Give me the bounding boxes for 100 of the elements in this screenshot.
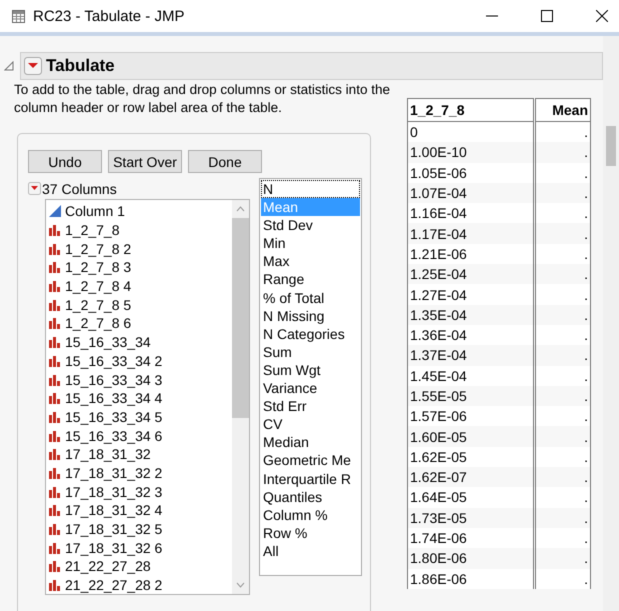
statistic-item[interactable]: Range	[261, 270, 360, 289]
variable-item[interactable]: 17_18_31_32	[46, 444, 232, 464]
variable-item[interactable]: 17_18_31_32 4	[46, 501, 232, 520]
statistic-item[interactable]: Sum Wgt	[261, 360, 360, 380]
variable-item[interactable]: 17_18_31_32 6	[46, 538, 232, 558]
statistic-item[interactable]: Std Err	[261, 397, 360, 416]
dialog-button[interactable]: Done	[188, 150, 262, 173]
table-cell: 1.60E-05	[408, 426, 534, 447]
statistic-item[interactable]: Std Dev	[261, 216, 360, 234]
columns-count: 37 Columns	[42, 180, 117, 196]
scrollbar[interactable]	[603, 36, 619, 611]
statistic-item[interactable]: N Missing	[261, 306, 360, 325]
dialog-button[interactable]: Start Over	[108, 150, 182, 173]
variable-item[interactable]: 15_16_33_34 3	[46, 370, 232, 389]
variable-item[interactable]: 1_2_7_8 5	[46, 295, 232, 314]
table-cell: .	[534, 142, 590, 163]
variable-item[interactable]: Column 1	[46, 202, 232, 221]
bar-chart-icon	[48, 466, 62, 480]
statistic-item[interactable]: Max	[261, 252, 360, 270]
outline-title: Tabulate	[46, 56, 115, 76]
statistic-item[interactable]: All	[261, 542, 360, 560]
maximize-icon[interactable]	[541, 10, 553, 22]
statistic-item[interactable]: Variance	[261, 379, 360, 398]
menu-icon[interactable]	[28, 182, 41, 195]
close-icon[interactable]	[596, 10, 608, 22]
variable-item[interactable]: 15_16_33_34	[46, 332, 232, 352]
table-cell: 1.00E-10	[408, 142, 534, 163]
table-cell: .	[534, 223, 590, 244]
table-cell: .	[534, 345, 590, 366]
bar-chart-icon	[48, 372, 62, 387]
bar-chart-icon	[48, 578, 62, 592]
bar-chart-icon	[48, 279, 62, 294]
statistic-item[interactable]: N	[261, 180, 360, 198]
bar-chart-icon	[48, 242, 62, 256]
statistic-item[interactable]: Geometric Me	[261, 451, 360, 470]
statistic-item[interactable]: N Categories	[261, 324, 360, 343]
statistic-item[interactable]: Min	[261, 234, 360, 252]
table-cell: .	[534, 568, 590, 589]
table-cell: 1.07E-04	[408, 182, 534, 204]
statistic-item[interactable]: Column %	[261, 506, 360, 524]
variable-item[interactable]: 1_2_7_8 3	[46, 258, 232, 277]
column-header: Mean	[534, 98, 590, 122]
table-cell: 1.25E-04	[408, 264, 534, 284]
table-cell: .	[534, 467, 590, 488]
table-icon	[12, 10, 25, 22]
window-title: RC23 - Tabulate - JMP	[33, 8, 184, 24]
bar-chart-icon	[48, 428, 62, 443]
bar-chart-icon	[48, 447, 62, 462]
table-cell: .	[534, 304, 590, 325]
menu-icon[interactable]	[24, 57, 42, 75]
table-cell: .	[534, 426, 590, 447]
table-cell: .	[534, 386, 590, 406]
bar-chart-icon	[48, 316, 62, 330]
statistic-item[interactable]: CV	[261, 415, 360, 434]
instructions-text: To add to the table, drag and drop columns or statistics into the column header or row label area of the table.	[14, 81, 391, 117]
bar-chart-icon	[48, 503, 62, 518]
variable-item[interactable]: 17_18_31_32 5	[46, 520, 232, 538]
table-cell: 1.55E-05	[408, 386, 534, 406]
bar-chart-icon	[48, 522, 62, 536]
variable-item[interactable]: 15_16_33_34 6	[46, 426, 232, 445]
variable-item[interactable]: 1_2_7_8 2	[46, 239, 232, 258]
statistic-item[interactable]: Interquartile R	[261, 470, 360, 488]
dialog-button[interactable]: Undo	[28, 150, 102, 173]
bar-chart-icon	[48, 223, 62, 238]
column-header: 1_2_7_8	[408, 98, 534, 122]
table-cell: 1.73E-05	[408, 508, 534, 528]
variable-item[interactable]: 21_22_27_28 2	[46, 576, 232, 594]
bar-chart-icon	[48, 298, 62, 312]
table-cell: .	[534, 182, 590, 204]
bar-chart-icon	[48, 260, 62, 274]
bar-chart-icon	[48, 391, 62, 406]
variable-item[interactable]: 1_2_7_8 6	[46, 314, 232, 333]
table-cell: .	[534, 264, 590, 284]
variable-item[interactable]: 15_16_33_34 5	[46, 408, 232, 426]
bar-chart-icon	[48, 335, 62, 350]
variable-item[interactable]: 17_18_31_32 3	[46, 482, 232, 501]
table-cell: 1.62E-07	[408, 467, 534, 488]
statistic-item[interactable]: Sum	[261, 342, 360, 361]
variable-item[interactable]: 1_2_7_8 4	[46, 276, 232, 296]
variable-item[interactable]: 21_22_27_28	[46, 557, 232, 576]
table-cell: .	[534, 548, 590, 569]
statistic-item[interactable]: Quantiles	[261, 488, 360, 506]
bar-chart-icon	[48, 559, 62, 574]
variable-item[interactable]: 15_16_33_34 4	[46, 388, 232, 408]
disclosure-icon[interactable]	[4, 61, 14, 71]
bar-chart-icon	[48, 484, 62, 499]
table-cell: 1.37E-04	[408, 345, 534, 366]
variable-item[interactable]: 1_2_7_8	[46, 220, 232, 240]
triangle-icon	[48, 204, 62, 218]
bar-chart-icon	[48, 354, 62, 368]
statistic-item[interactable]: % of Total	[261, 288, 360, 307]
statistic-item[interactable]: Median	[261, 433, 360, 452]
bar-chart-icon	[48, 410, 62, 424]
table-cell: 1.17E-04	[408, 223, 534, 244]
variable-item[interactable]: 15_16_33_34 2	[46, 352, 232, 370]
variable-item[interactable]: 17_18_31_32 2	[46, 464, 232, 482]
statistic-item[interactable]: Row %	[261, 524, 360, 542]
table-cell: .	[534, 508, 590, 528]
table-cell: 1.80E-06	[408, 548, 534, 569]
bar-chart-icon	[48, 540, 62, 555]
